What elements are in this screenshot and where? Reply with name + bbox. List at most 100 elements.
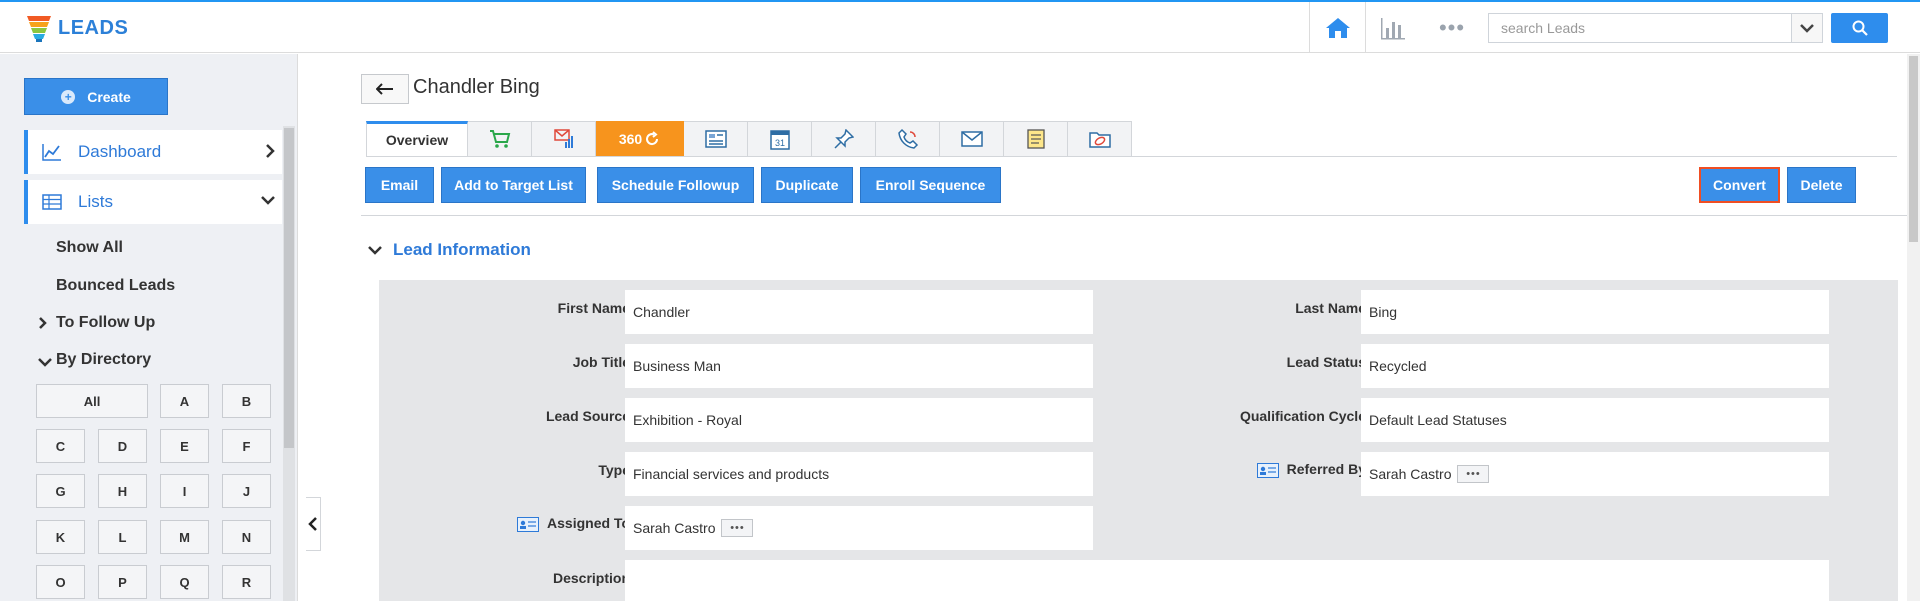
description-label: Description xyxy=(552,570,630,586)
assigned-to-more-icon[interactable]: ••• xyxy=(721,519,754,537)
mail-icon xyxy=(960,131,983,147)
directory-letter-o[interactable]: O xyxy=(36,565,85,599)
analytics-button[interactable] xyxy=(1378,14,1408,42)
tab-pinned[interactable] xyxy=(812,121,876,157)
tab-overview[interactable]: Overview xyxy=(366,121,468,157)
directory-letter-j[interactable]: J xyxy=(222,474,271,508)
search-button[interactable] xyxy=(1831,13,1888,43)
sidebar-link-by-directory[interactable]: By Directory xyxy=(56,351,151,369)
directory-letter-e[interactable]: E xyxy=(160,429,209,463)
tab-calendar[interactable]: 31 xyxy=(748,121,812,157)
search-dropdown-button[interactable] xyxy=(1791,13,1823,43)
directory-letter-m[interactable]: M xyxy=(160,520,209,554)
chevron-right-icon[interactable] xyxy=(38,316,48,330)
directory-letter-c[interactable]: C xyxy=(36,429,85,463)
type-value: Financial services and products xyxy=(633,466,830,482)
home-button[interactable] xyxy=(1309,2,1366,53)
top-bar: LEADS ••• xyxy=(0,0,1920,53)
directory-letter-k[interactable]: K xyxy=(36,520,85,554)
email-button[interactable]: Email xyxy=(365,167,434,203)
create-button[interactable]: + Create xyxy=(24,78,168,115)
convert-button[interactable]: Convert xyxy=(1699,167,1780,203)
lead-status-field[interactable]: Recycled xyxy=(1361,344,1829,388)
back-button[interactable] xyxy=(361,74,409,104)
last-name-label: Last Name xyxy=(1295,300,1366,316)
chevron-down-icon xyxy=(368,246,382,255)
lead-source-value: Exhibition - Royal xyxy=(633,412,742,428)
tab-notes-list[interactable] xyxy=(684,121,748,157)
directory-letter-l[interactable]: L xyxy=(98,520,147,554)
plus-circle-icon: + xyxy=(61,89,76,104)
sidebar-link-to-follow-up[interactable]: To Follow Up xyxy=(56,314,155,332)
contact-card-icon[interactable] xyxy=(517,516,540,532)
assigned-to-field[interactable]: Sarah Castro ••• xyxy=(625,506,1093,550)
qualification-cycle-field[interactable]: Default Lead Statuses xyxy=(1361,398,1829,442)
phone-icon xyxy=(897,128,918,149)
search-input[interactable] xyxy=(1488,13,1792,43)
record-tabs: Overview 360 31 xyxy=(366,121,1132,157)
assigned-to-label: Assigned To xyxy=(547,515,630,531)
directory-letter-d[interactable]: D xyxy=(98,429,147,463)
sidebar-scroll-thumb[interactable] xyxy=(284,128,294,448)
last-name-value: Bing xyxy=(1369,304,1398,320)
sidebar-item-lists[interactable]: Lists xyxy=(24,180,282,224)
schedule-followup-button[interactable]: Schedule Followup xyxy=(597,167,754,203)
tab-email-analytics[interactable] xyxy=(532,121,596,157)
directory-letter-h[interactable]: H xyxy=(98,474,147,508)
main-scroll-thumb[interactable] xyxy=(1909,56,1918,242)
directory-letter-all[interactable]: All xyxy=(36,384,148,418)
tab-360-view[interactable]: 360 xyxy=(596,121,684,157)
directory-letter-i[interactable]: I xyxy=(160,474,209,508)
lead-source-label: Lead Source xyxy=(545,408,630,424)
directory-letter-r[interactable]: R xyxy=(222,565,271,599)
last-name-field[interactable]: Bing xyxy=(1361,290,1829,334)
duplicate-button[interactable]: Duplicate xyxy=(761,167,853,203)
lead-information-toggle[interactable]: Lead Information xyxy=(367,240,531,260)
arrow-left-icon xyxy=(376,83,393,95)
tab-attachments[interactable] xyxy=(1068,121,1132,157)
referred-by-more-icon[interactable]: ••• xyxy=(1457,465,1490,483)
more-options-icon[interactable]: ••• xyxy=(1435,15,1469,40)
lead-source-field[interactable]: Exhibition - Royal xyxy=(625,398,1093,442)
job-title-field[interactable]: Business Man xyxy=(625,344,1093,388)
referred-by-field[interactable]: Sarah Castro ••• xyxy=(1361,452,1829,496)
directory-letter-p[interactable]: P xyxy=(98,565,147,599)
tab-emails[interactable] xyxy=(940,121,1004,157)
first-name-field[interactable]: Chandler xyxy=(625,290,1093,334)
line-chart-icon xyxy=(42,143,62,161)
tab-notes[interactable] xyxy=(1004,121,1068,157)
delete-button[interactable]: Delete xyxy=(1787,167,1856,203)
directory-letter-a[interactable]: A xyxy=(160,384,209,418)
directory-letter-g[interactable]: G xyxy=(36,474,85,508)
referred-by-label-wrap: Referred By xyxy=(1166,461,1366,478)
lead-status-value: Recycled xyxy=(1369,358,1427,374)
sidebar-link-show-all[interactable]: Show All xyxy=(56,239,123,257)
contact-card-icon[interactable] xyxy=(1256,462,1279,478)
job-title-value: Business Man xyxy=(633,358,721,374)
tab-products[interactable] xyxy=(468,121,532,157)
sidebar: + Create Dashboard Lists Show All Bounce… xyxy=(0,54,321,601)
description-field[interactable] xyxy=(625,560,1829,601)
sidebar-link-bounced-leads[interactable]: Bounced Leads xyxy=(56,277,175,295)
refresh-icon xyxy=(646,131,659,146)
tab-calls[interactable] xyxy=(876,121,940,157)
assigned-to-value: Sarah Castro xyxy=(633,520,716,536)
sidebar-item-label: Dashboard xyxy=(78,142,162,161)
add-to-target-list-button[interactable]: Add to Target List xyxy=(441,167,586,203)
cart-icon xyxy=(489,130,510,148)
home-icon xyxy=(1325,17,1350,38)
type-field[interactable]: Financial services and products xyxy=(625,452,1093,496)
enroll-sequence-button[interactable]: Enroll Sequence xyxy=(860,167,1001,203)
chevron-down-icon xyxy=(261,196,275,205)
chevron-down-icon[interactable] xyxy=(37,356,53,368)
create-label: Create xyxy=(87,88,131,105)
app-title: LEADS xyxy=(58,16,129,39)
section-title: Lead Information xyxy=(393,240,531,259)
calendar-icon: 31 xyxy=(769,130,790,150)
directory-letter-n[interactable]: N xyxy=(222,520,271,554)
app-logo[interactable]: LEADS xyxy=(26,14,128,42)
directory-letter-b[interactable]: B xyxy=(222,384,271,418)
directory-letter-q[interactable]: Q xyxy=(160,565,209,599)
sidebar-item-dashboard[interactable]: Dashboard xyxy=(24,130,282,174)
directory-letter-f[interactable]: F xyxy=(222,429,271,463)
